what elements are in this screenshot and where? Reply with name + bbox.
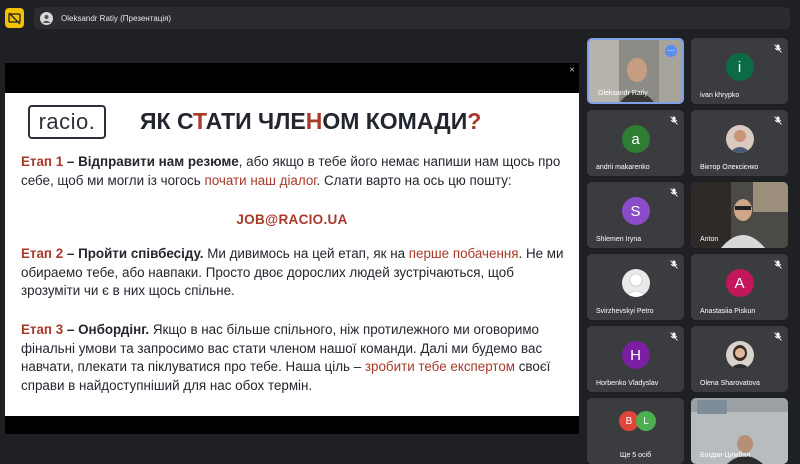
presentation-slide: racio. ЯК СТАТИ ЧЛЕНОМ КОМАДИ? Етап 1 – … <box>5 93 579 416</box>
stage-1-heading: – Відправити нам резюме <box>63 154 239 169</box>
stage-2-heading: – Пройти співбесіду. <box>63 246 204 261</box>
close-icon[interactable]: ✕ <box>569 66 575 74</box>
participant-name: ivan khrypko <box>700 92 740 99</box>
participant-photo <box>725 125 754 153</box>
mic-off-icon <box>774 260 782 269</box>
stage-2-paragraph: Етап 2 – Пройти співбесіду. Ми дивимось … <box>21 245 571 301</box>
title-part-accent: ? <box>467 108 482 134</box>
participant-tile-viktor-oleksiienko[interactable]: Віктор Олексієнко <box>691 110 788 176</box>
participant-avatar: L <box>636 411 656 431</box>
window-title: Oleksandr Ratiy (Презентація) <box>61 13 172 23</box>
logo-text: racio. <box>38 109 96 134</box>
participant-name: Богдан Цимбал <box>700 452 751 459</box>
participant-tile-anton[interactable]: Anton <box>691 182 788 248</box>
stage-2-highlight: перше побачення <box>408 246 519 261</box>
mic-off-icon <box>774 44 782 53</box>
user-icon <box>42 14 51 23</box>
more-options-icon[interactable]: ⋯ <box>665 45 677 57</box>
slide-title: ЯК СТАТИ ЧЛЕНОМ КОМАДИ? <box>140 108 481 135</box>
stage-3-paragraph: Етап 3 – Онбордінг. Якщо в нас більше сп… <box>21 321 571 395</box>
stage-2-text: Ми дивимось на цей етап, як на <box>203 246 409 261</box>
stage-3-heading: – Онбордінг. <box>63 322 150 337</box>
participant-avatar: S <box>621 197 650 225</box>
participant-avatar: a <box>621 125 650 153</box>
mic-off-icon <box>670 260 678 269</box>
title-part: ЯК С <box>140 108 193 134</box>
racio-logo: racio. <box>28 105 106 139</box>
participant-name: Shlemen Iryna <box>596 236 642 243</box>
participant-tile-shlemen-iryna[interactable]: S Shlemen Iryna <box>587 182 684 248</box>
participant-name: Віктор Олексієнко <box>700 164 759 171</box>
presenter-avatar <box>40 11 53 25</box>
participant-name: Svirzhevskyi Petro <box>596 308 654 315</box>
title-part: АТИ ЧЛЕ <box>205 108 306 134</box>
more-participants-tile[interactable]: B L Ще 5 осіб <box>587 398 684 464</box>
presenter-title-bar: Oleksandr Ratiy (Презентація) <box>34 7 790 29</box>
presentation-stage: ✕ racio. ЯК СТАТИ ЧЛЕНОМ КОМАДИ? Етап 1 … <box>5 63 579 434</box>
stage-3-label: Етап 3 <box>21 322 64 337</box>
participant-name: Oleksandr Ratiy <box>598 90 648 97</box>
participant-photo <box>621 269 650 297</box>
participant-tile-olena-sharovatova[interactable]: Olena Sharovatova <box>691 326 788 392</box>
stop-presenting-button[interactable] <box>5 8 24 28</box>
job-email: JOB@RACIO.UA <box>236 212 348 227</box>
stage-1-highlight: почати наш діалог <box>204 172 317 188</box>
mic-off-icon <box>774 116 782 125</box>
participant-tile-andrii-makarenko[interactable]: a andrii makarenko <box>587 110 684 176</box>
participant-avatar: A <box>725 269 754 297</box>
mic-off-icon <box>774 332 782 341</box>
participant-tile-ivan-khrypko[interactable]: i ivan khrypko <box>691 38 788 104</box>
top-bar: Oleksandr Ratiy (Презентація) <box>0 0 800 36</box>
participant-name: Anastasiia Piskun <box>700 308 756 315</box>
participant-tile-svirzhevskyi-petro[interactable]: Svirzhevskyi Petro <box>587 254 684 320</box>
screen-share-off-icon <box>8 12 21 24</box>
title-part: ОМ КОМАДИ <box>322 108 468 134</box>
more-participants-label: Ще 5 осіб <box>619 452 652 459</box>
participant-photo <box>725 341 754 369</box>
stage-1-label: Етап 1 <box>21 154 64 169</box>
participant-tile-anastasiia-piskun[interactable]: A Anastasiia Piskun <box>691 254 788 320</box>
participant-tile-horbenko-vladyslav[interactable]: H Horbenko Vladyslav <box>587 326 684 392</box>
stage-2-label: Етап 2 <box>21 246 64 261</box>
participant-tile-bohdan-tsymbal[interactable]: Богдан Цимбал <box>691 398 788 464</box>
mic-off-icon <box>670 188 678 197</box>
participant-name: Olena Sharovatova <box>700 380 760 387</box>
stage-1-text-end: . Слати варто на ось цю пошту: <box>316 172 512 188</box>
participant-name: Anton <box>700 236 719 243</box>
participant-name: andrii makarenko <box>596 164 650 171</box>
mic-off-icon <box>670 116 678 125</box>
title-part-accent: Т <box>193 108 206 134</box>
meet-window: Oleksandr Ratiy (Презентація) ✕ racio. Я… <box>0 0 800 464</box>
stage-3-highlight: зробити тебе експертом <box>364 359 516 374</box>
participant-name: Horbenko Vladyslav <box>596 380 659 387</box>
mic-off-icon <box>670 332 678 341</box>
participant-tile-oleksandr-ratiy[interactable]: ⋯ Oleksandr Ratiy <box>587 38 684 104</box>
stage-1-paragraph: Етап 1 – Відправити нам резюме, або якщо… <box>21 153 571 190</box>
title-part-accent: Н <box>305 108 323 134</box>
participant-avatar: H <box>621 341 650 369</box>
participant-avatar: i <box>725 53 754 81</box>
